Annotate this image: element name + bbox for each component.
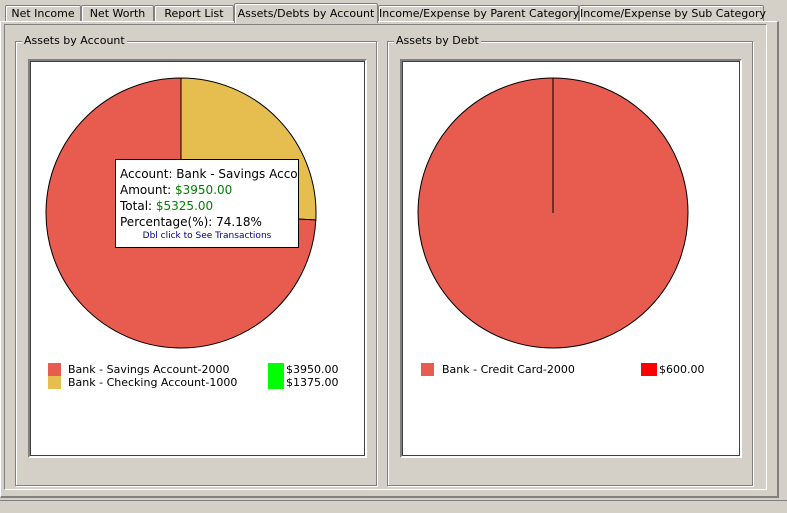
legend-label: Bank - Credit Card-2000: [442, 363, 575, 376]
tooltip-amount: Amount: $3950.00: [120, 182, 298, 198]
legend-swatch: [48, 363, 61, 376]
tab-net-income[interactable]: Net Income: [5, 5, 81, 22]
tooltip-percentage: Percentage(%): 74.18%: [120, 215, 262, 229]
assets-group-title: Assets by Account: [22, 34, 127, 48]
tab-income-expense-by-sub-category[interactable]: Income/Expense by Sub Category: [579, 5, 766, 22]
legend-value: $1375.00: [286, 376, 339, 389]
legend-swatch: [48, 376, 61, 389]
tab-assets-debts-by-account[interactable]: Assets/Debts by Account: [234, 3, 378, 23]
tab-net-worth[interactable]: Net Worth: [81, 5, 154, 22]
assets-chart-area[interactable]: Bank - Savings Account-2000 $3950.00 Ban…: [28, 59, 367, 458]
tab-report-list[interactable]: Report List: [154, 5, 234, 22]
legend-label: Bank - Checking Account-1000: [68, 376, 238, 389]
debt-group-title: Assets by Debt: [394, 34, 481, 48]
debt-pie-chart[interactable]: [402, 61, 740, 361]
tooltip-total: Total: $5325.00: [120, 198, 298, 214]
tooltip-amount-value: $3950.00: [175, 183, 233, 197]
status-strip: [0, 500, 787, 513]
tooltip-total-value: $5325.00: [155, 199, 214, 213]
pie-slice-tooltip: Account: Bank - Savings Account-2000 Amo…: [115, 159, 299, 248]
debt-chart-area[interactable]: Bank - Credit Card-2000 $600.00: [400, 59, 742, 458]
tooltip-total-label: Total:: [120, 199, 156, 213]
legend-label: Bank - Savings Account-2000: [68, 363, 230, 376]
value-swatch: [268, 363, 284, 376]
legend-value: $600.00: [659, 363, 705, 376]
legend-value: $3950.00: [286, 363, 339, 376]
tooltip-amount-label: Amount:: [120, 183, 176, 197]
value-swatch: [268, 376, 284, 389]
legend-swatch: [421, 363, 434, 376]
tooltip-hint: Dbl click to See Transactions: [142, 231, 272, 241]
tab-income-expense-by-parent-category[interactable]: Income/Expense by Parent Category: [378, 5, 579, 22]
tooltip-account: Account: Bank - Savings Account-2000: [120, 167, 298, 181]
value-swatch: [641, 363, 657, 376]
